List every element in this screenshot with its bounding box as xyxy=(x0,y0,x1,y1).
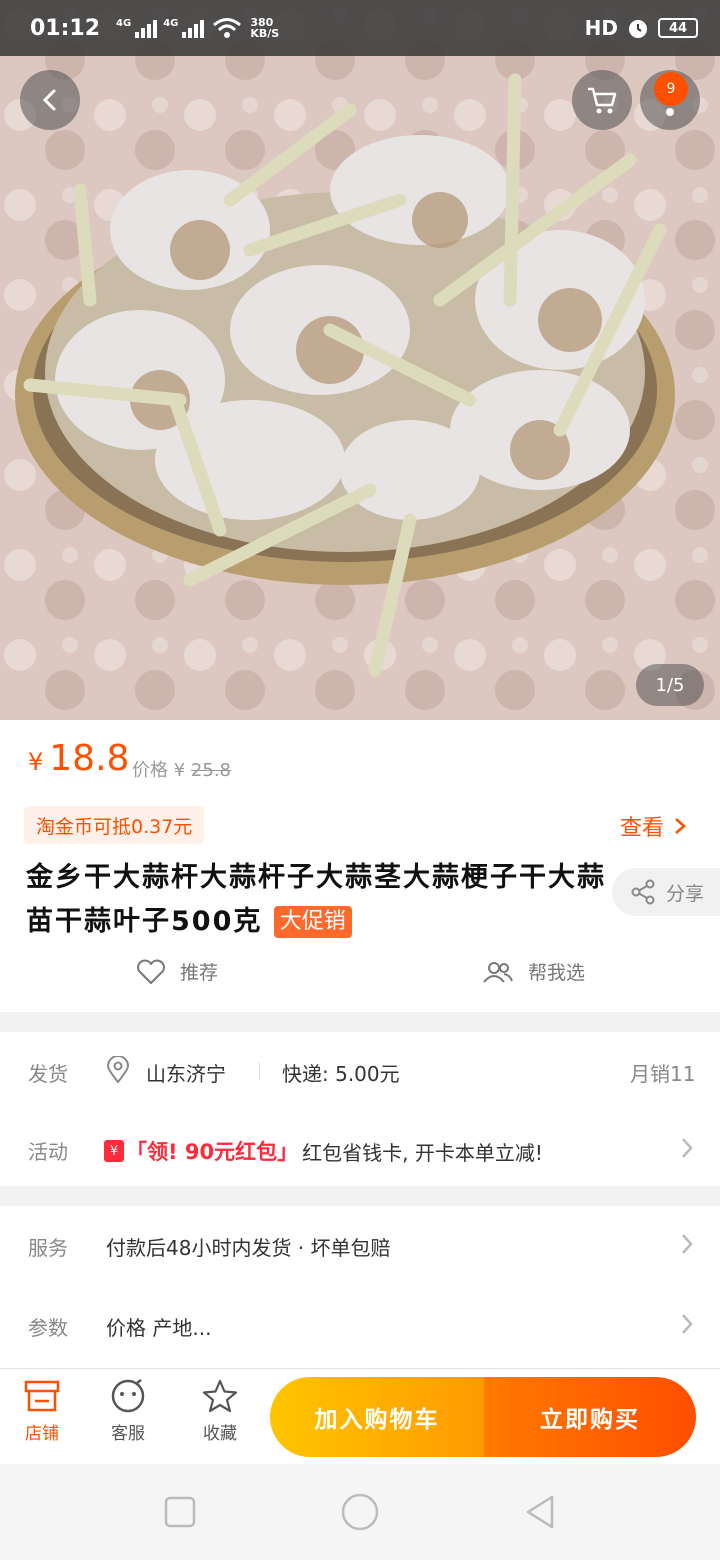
store-icon xyxy=(24,1380,60,1412)
help-choose-button[interactable]: 帮我选 xyxy=(482,958,585,985)
wifi-icon xyxy=(213,18,242,38)
product-detail-page: 01:12 4G 4G 380 KB/S HD 44 9 1/5 ¥ 18.8 … xyxy=(0,0,720,1560)
signal-icon: 4G xyxy=(116,18,158,38)
back-button[interactable] xyxy=(20,70,80,130)
original-price: 价格 ¥ 25.8 xyxy=(132,760,231,781)
chevron-right-icon[interactable] xyxy=(680,1232,694,1256)
cart-icon xyxy=(588,87,617,114)
price-currency: ¥ xyxy=(28,748,44,776)
star-icon xyxy=(202,1379,238,1413)
chevron-right-icon xyxy=(675,818,686,834)
customer-service-tab[interactable]: 客服 xyxy=(98,1379,158,1444)
activity-label: 活动 xyxy=(28,1140,68,1164)
heart-icon xyxy=(137,959,165,984)
cart-badge: 9 xyxy=(654,72,688,106)
activity-text: 红包省钱卡, 开卡本单立减! xyxy=(302,1140,543,1165)
service-label: 服务 xyxy=(28,1236,68,1260)
chevron-right-icon[interactable] xyxy=(680,1136,694,1160)
signal-icon: 4G xyxy=(163,18,205,38)
add-to-cart-button[interactable]: 加入购物车 xyxy=(270,1377,484,1457)
coupon-text: 「领! 90元红包」 xyxy=(126,1140,299,1164)
divider xyxy=(259,1062,260,1080)
share-icon xyxy=(631,879,655,905)
status-right: HD 44 xyxy=(585,16,698,40)
clock: 01:12 xyxy=(30,15,101,41)
favorite-tab[interactable]: 收藏 xyxy=(190,1379,250,1444)
share-button[interactable]: 分享 xyxy=(612,868,720,916)
activity-row[interactable]: ¥ 「领! 90元红包」 红包省钱卡, 开卡本单立减! xyxy=(104,1136,543,1166)
view-link[interactable]: 查看 xyxy=(620,810,686,842)
dot-icon xyxy=(666,108,674,116)
home-icon[interactable] xyxy=(340,1492,380,1532)
status-bar: 01:12 4G 4G 380 KB/S HD 44 xyxy=(0,0,720,56)
shipping-label: 发货 xyxy=(28,1062,68,1086)
chevron-left-icon xyxy=(42,89,56,111)
image-pager: 1/5 xyxy=(636,664,704,706)
params-text[interactable]: 价格 产地... xyxy=(106,1312,211,1341)
express-fee: 快递: 5.00元 xyxy=(282,1062,400,1086)
price: ¥ 18.8 xyxy=(28,738,129,779)
product-title: 金乡干大蒜杆大蒜杆子大蒜茎大蒜梗子干大蒜苗干蒜叶子500克 大促销 xyxy=(26,862,606,938)
chevron-right-icon[interactable] xyxy=(680,1312,694,1336)
network-speed: 380 KB/S xyxy=(250,16,280,40)
cart-button[interactable] xyxy=(572,70,632,130)
back-nav-icon[interactable] xyxy=(522,1494,558,1530)
recommend-button[interactable]: 推荐 xyxy=(136,958,218,985)
service-params-card xyxy=(0,1206,720,1368)
alarm-icon xyxy=(629,20,647,38)
taojinbi-coupon[interactable]: 淘金币可抵0.37元 xyxy=(24,806,205,844)
battery-icon: 44 xyxy=(658,18,698,38)
service-text[interactable]: 付款后48小时内发货 · 坏单包赔 xyxy=(106,1232,391,1261)
location-icon xyxy=(106,1056,130,1084)
monthly-sales: 月销11 xyxy=(630,1062,696,1086)
price-value: 18.8 xyxy=(49,738,130,779)
chat-face-icon xyxy=(111,1379,145,1413)
buy-now-button[interactable]: 立即购买 xyxy=(484,1377,696,1457)
recent-apps-icon[interactable] xyxy=(164,1496,196,1528)
promo-tag: 大促销 xyxy=(273,906,352,938)
red-packet-icon: ¥ xyxy=(104,1140,124,1162)
ship-from-location: 山东济宁 xyxy=(146,1062,226,1086)
hd-indicator: HD xyxy=(584,16,618,40)
bottom-action-bar: 店铺 客服 收藏 加入购物车 立即购买 xyxy=(0,1368,720,1464)
people-icon xyxy=(483,961,513,983)
store-tab[interactable]: 店铺 xyxy=(12,1379,72,1444)
params-label: 参数 xyxy=(28,1316,68,1340)
system-nav-bar xyxy=(0,1464,720,1560)
